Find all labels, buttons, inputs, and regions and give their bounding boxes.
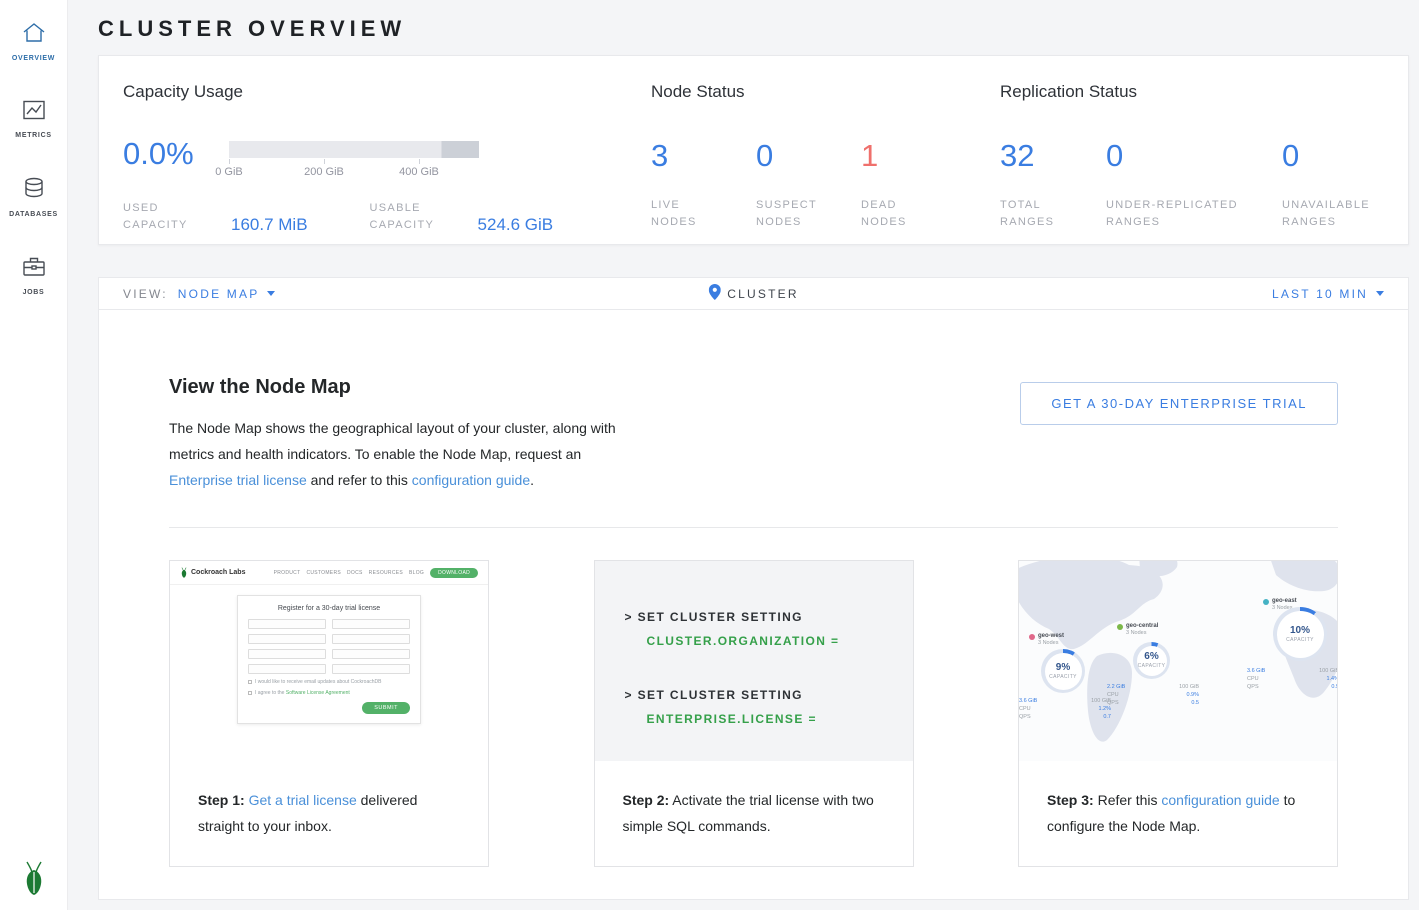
site-nav: PRODUCT CUSTOMERS DOCS RESOURCES BLOG DO…	[274, 568, 478, 578]
usable-capacity-stat: USABLE CAPACITY 524.6 GiB	[370, 200, 554, 234]
view-label: VIEW:	[123, 287, 168, 301]
under-replicated-ranges-stat: 0 UNDER-REPLICATEDRANGES	[1106, 140, 1282, 231]
section-divider	[169, 527, 1338, 528]
axis-tick: 200 GiB	[304, 166, 344, 178]
home-icon	[22, 22, 46, 48]
sidebar-item-metrics[interactable]: METRICS	[0, 90, 67, 151]
main-content: CLUSTER OVERVIEW Capacity Usage 0.0% 0 G…	[68, 0, 1419, 910]
used-capacity-stat: USED CAPACITY 160.7 MiB	[123, 200, 308, 234]
capacity-bar-chart: 0 GiB 200 GiB 400 GiB	[229, 141, 479, 184]
sidebar-item-label: METRICS	[15, 132, 51, 139]
total-ranges-stat: 32 TOTALRANGES	[1000, 140, 1106, 231]
node-group-stats: 3.6 GiB100 GiB CPU1.2% QPS0.7	[1019, 697, 1111, 721]
location-pin-icon	[708, 284, 720, 303]
cluster-summary-card: Capacity Usage 0.0% 0 GiB 200 GiB 400 Gi…	[98, 55, 1409, 245]
sidebar-item-jobs[interactable]: JOBS	[0, 246, 67, 308]
enterprise-trial-license-link[interactable]: Enterprise trial license	[169, 472, 307, 488]
usable-capacity-value: 524.6 GiB	[478, 216, 554, 234]
live-nodes-stat: 3 LIVENODES	[651, 140, 756, 231]
node-status-section: Node Status 3 LIVENODES 0 SUSPECTNODES 1…	[651, 82, 1000, 244]
node-group-dot	[1029, 634, 1035, 640]
capacity-bar	[229, 141, 479, 158]
replication-status-section: Replication Status 32 TOTALRANGES 0 UNDE…	[1000, 82, 1384, 244]
capacity-usage-title: Capacity Usage	[123, 82, 651, 102]
axis-tick: 400 GiB	[399, 166, 439, 178]
node-group-dot	[1117, 624, 1123, 630]
step-3-caption: Step 3: Refer this configuration guide t…	[1019, 761, 1337, 839]
get-trial-license-link[interactable]: Get a trial license	[249, 792, 357, 808]
dead-nodes-stat: 1 DEADNODES	[861, 140, 966, 231]
cockroach-labs-logo: Cockroach Labs	[180, 567, 245, 578]
step-3-card: geo-west3 Nodes 9%CAPACITY 3.6 GiB100 Gi…	[1018, 560, 1338, 867]
capacity-gauge: 10%CAPACITY	[1273, 607, 1327, 661]
node-map-preview: geo-west3 Nodes 9%CAPACITY 3.6 GiB100 Gi…	[1019, 561, 1337, 761]
node-status-title: Node Status	[651, 82, 1000, 102]
download-pill: DOWNLOAD	[430, 568, 478, 578]
node-group-label: geo-central3 Nodes	[1117, 623, 1158, 637]
unavailable-ranges-stat: 0 UNAVAILABLERANGES	[1282, 140, 1370, 231]
trial-registration-form: Register for a 30-day trial license I wo…	[237, 595, 421, 724]
sidebar-item-label: DATABASES	[9, 211, 58, 218]
capacity-gauge: 6%CAPACITY	[1133, 642, 1170, 679]
node-map-description: The Node Map shows the geographical layo…	[169, 415, 625, 493]
sql-code-block: > SET CLUSTER SETTING CLUSTER.ORGANIZATI…	[595, 561, 913, 761]
jobs-icon	[22, 256, 46, 282]
breadcrumb: CLUSTER	[708, 284, 798, 303]
suspect-nodes-stat: 0 SUSPECTNODES	[756, 140, 861, 231]
node-group-stats: 2.2 GiB100 GiB CPU0.9% QPS0.5	[1107, 683, 1199, 707]
used-capacity-value: 160.7 MiB	[231, 216, 308, 234]
axis-tick: 0 GiB	[215, 166, 243, 178]
node-group-stats: 3.6 GiB100 GiB CPU1.4% QPS0.9	[1247, 667, 1337, 691]
capacity-usage-section: Capacity Usage 0.0% 0 GiB 200 GiB 400 Gi…	[123, 82, 651, 244]
enterprise-trial-button[interactable]: GET A 30-DAY ENTERPRISE TRIAL	[1020, 382, 1338, 425]
sidebar: OVERVIEW METRICS DATABASES JOBS	[0, 0, 68, 910]
node-map-title: View the Node Map	[169, 376, 729, 399]
step-2-card: > SET CLUSTER SETTING CLUSTER.ORGANIZATI…	[594, 560, 914, 867]
node-group-label: geo-west3 Nodes	[1029, 633, 1064, 647]
step-1-card: Cockroach Labs PRODUCT CUSTOMERS DOCS RE…	[169, 560, 489, 867]
breadcrumb-label: CLUSTER	[727, 287, 798, 301]
time-range-dropdown[interactable]: LAST 10 MIN	[1272, 287, 1384, 301]
submit-pill: SUBMIT	[362, 702, 410, 714]
chevron-down-icon	[1376, 291, 1384, 296]
replication-status-title: Replication Status	[1000, 82, 1384, 102]
view-toolbar: VIEW: NODE MAP CLUSTER LAST 10 MIN	[98, 277, 1409, 310]
view-selector-dropdown[interactable]: NODE MAP	[178, 287, 276, 301]
sidebar-item-label: OVERVIEW	[12, 55, 55, 62]
capacity-used-percent: 0.0%	[123, 138, 229, 169]
setup-steps-row: Cockroach Labs PRODUCT CUSTOMERS DOCS RE…	[169, 560, 1338, 867]
metrics-icon	[22, 100, 46, 125]
configuration-guide-link[interactable]: configuration guide	[1161, 792, 1279, 808]
node-map-panel: View the Node Map The Node Map shows the…	[98, 310, 1409, 900]
step-2-caption: Step 2: Activate the trial license with …	[595, 761, 913, 839]
databases-icon	[23, 177, 45, 204]
node-group-dot	[1263, 599, 1269, 605]
chevron-down-icon	[267, 291, 275, 296]
sidebar-item-overview[interactable]: OVERVIEW	[0, 12, 67, 74]
configuration-guide-link[interactable]: configuration guide	[412, 472, 530, 488]
step-1-caption: Step 1: Get a trial license delivered st…	[170, 761, 488, 839]
cockroachdb-logo-icon	[0, 860, 68, 896]
sidebar-item-databases[interactable]: DATABASES	[0, 167, 67, 230]
app-window: OVERVIEW METRICS DATABASES JOBS	[0, 0, 1419, 910]
trial-signup-screenshot: Cockroach Labs PRODUCT CUSTOMERS DOCS RE…	[170, 561, 488, 761]
capacity-gauge: 9%CAPACITY	[1041, 649, 1085, 693]
page-title: CLUSTER OVERVIEW	[98, 0, 1409, 55]
sidebar-item-label: JOBS	[23, 289, 45, 296]
